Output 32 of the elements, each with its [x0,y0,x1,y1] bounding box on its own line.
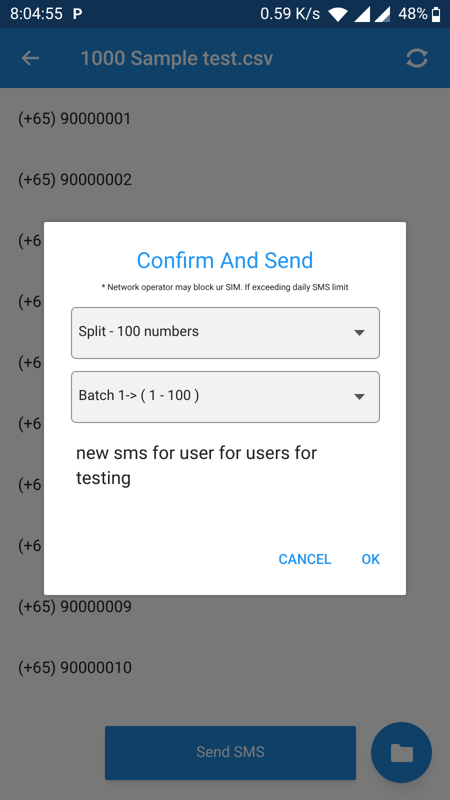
signal-icon [374,6,390,22]
back-icon[interactable] [20,49,40,67]
caret-icon [354,394,364,400]
wifi-icon [328,6,348,22]
battery-level: 48% [398,3,428,25]
dialog-button[interactable]: CANCEL [270,544,340,577]
app-title: 1000 Sample test.csv [80,45,274,72]
phone-number[interactable]: (+6 [18,412,42,436]
notification-letter: P [72,6,82,22]
phone-number[interactable]: (+6 [18,534,42,558]
phone-number[interactable]: (+6 [18,350,42,374]
battery-icon [432,6,440,22]
phone-number[interactable]: (+6 [18,290,42,314]
clock: 8:04:55 [10,3,63,25]
network-speed: 0.59 K/s [260,3,320,25]
message-text: new sms for user for users for testing [75,442,318,491]
dialog-title: Confirm And Send [136,248,314,276]
phone-number[interactable]: (+65) 90000010 [18,656,132,680]
phone-number[interactable]: (+6 [18,228,42,252]
dropdown[interactable]: Batch 1-> ( 1 - 100 ) [70,370,380,423]
phone-number[interactable]: (+65) 90000002 [18,168,132,192]
dialog-button[interactable]: OK [354,544,388,577]
sync-icon[interactable] [404,47,430,69]
send-sms-button[interactable]: Send SMS [105,726,356,780]
phone-number[interactable]: (+65) 90000009 [18,594,132,618]
folder-icon [390,744,412,762]
phone-number[interactable]: (+6 [18,472,42,496]
warning-note: * Network operator may block ur SIM. If exceeding daily SMS limit [102,282,348,295]
phone-number[interactable]: (+65) 90000001 [18,106,132,130]
dropdown[interactable]: Split - 100 numbers [70,306,380,359]
signal-icon [354,6,370,22]
caret-icon [354,330,364,336]
